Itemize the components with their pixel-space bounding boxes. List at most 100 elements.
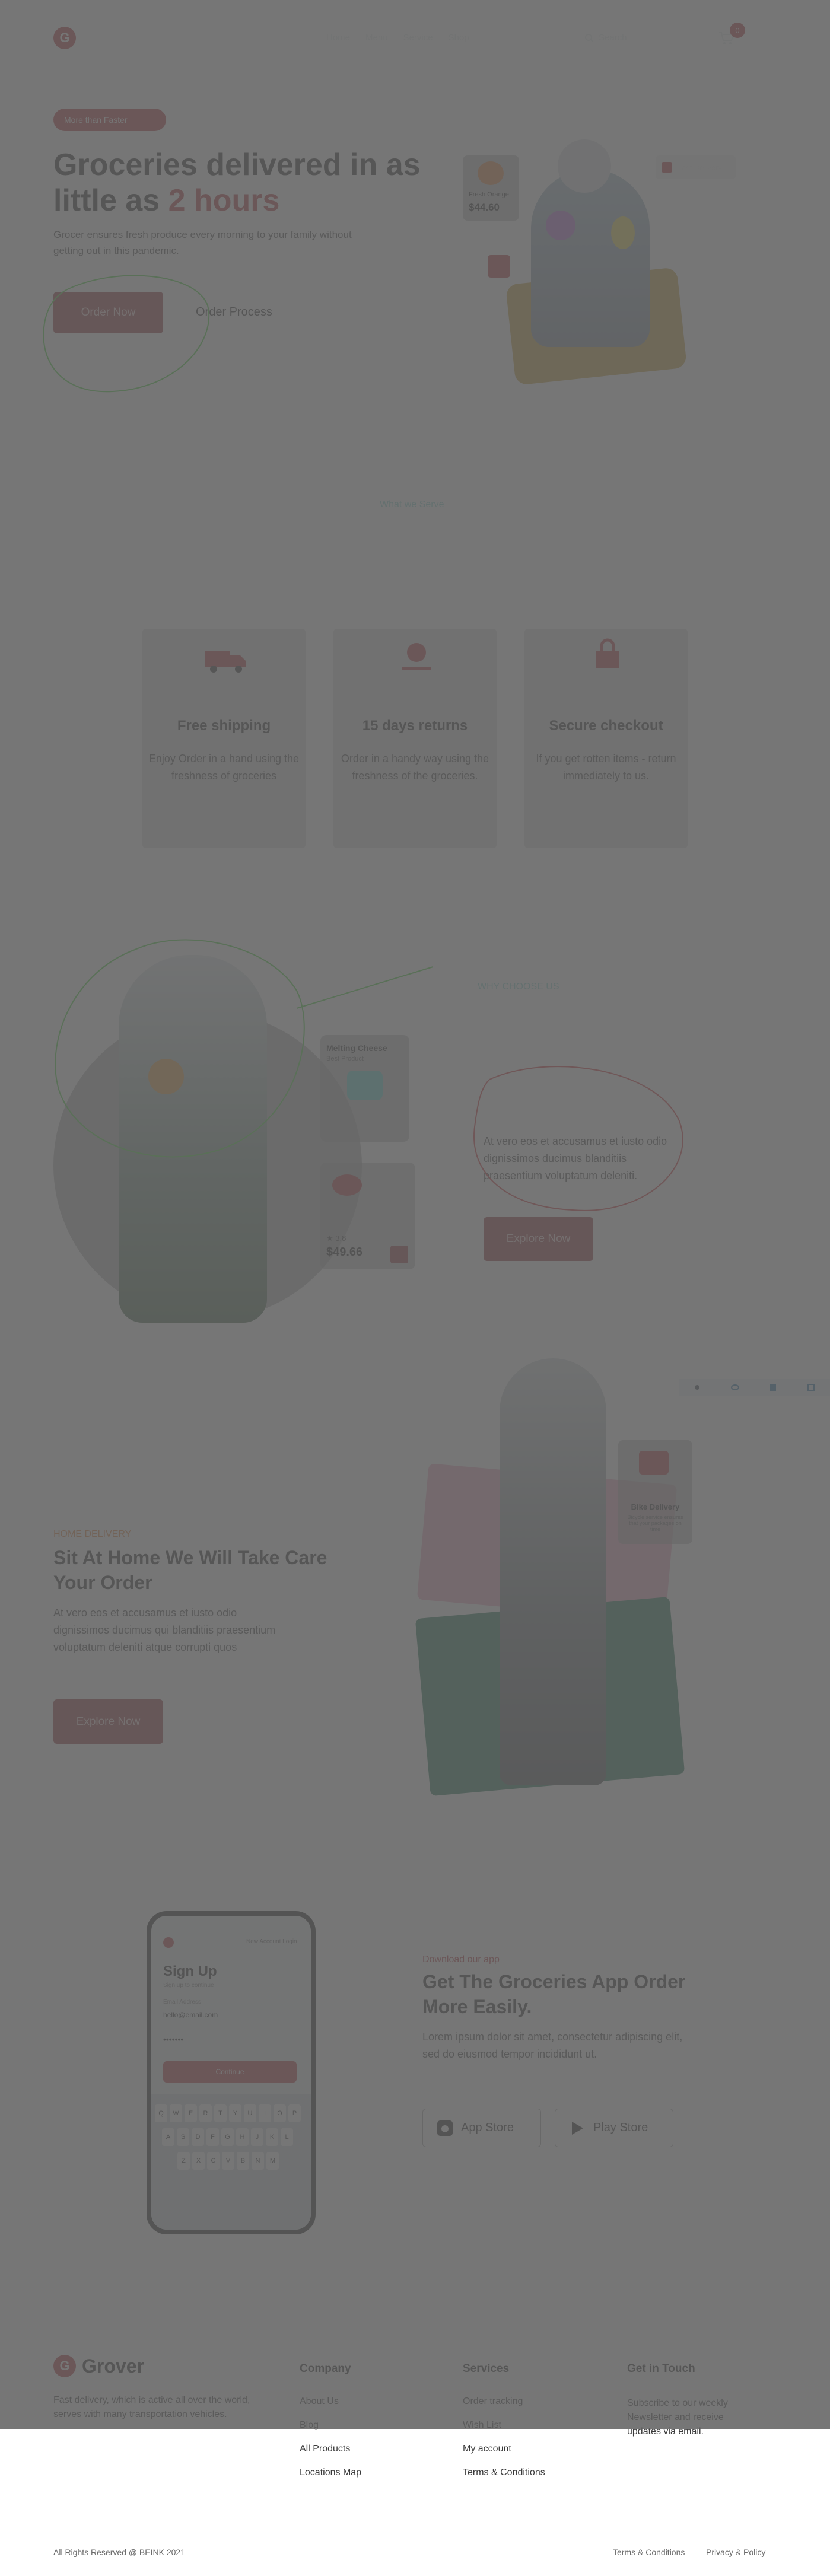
footer-logo[interactable]: G Grover — [53, 2355, 144, 2377]
chef-figure — [531, 169, 650, 347]
secure-cart-icon — [596, 638, 619, 668]
keyboard-key[interactable]: C — [207, 2152, 220, 2170]
keyboard-key[interactable]: L — [281, 2128, 293, 2146]
strawberry-icon — [332, 1174, 362, 1196]
keyboard-key[interactable]: I — [259, 2104, 271, 2122]
hero-title: Groceries delivered in as little as 2 ho… — [53, 147, 421, 218]
nav-shop[interactable]: Shop — [449, 33, 469, 43]
chef-hat — [558, 139, 611, 193]
phone-skip[interactable]: New Account Login — [246, 1938, 297, 1945]
vegetable-icon — [546, 211, 575, 240]
brand-name: Grover — [82, 27, 144, 49]
keyboard-key[interactable]: U — [244, 2104, 256, 2122]
keyboard-key[interactable]: F — [206, 2128, 219, 2146]
keyboard-key[interactable]: X — [192, 2152, 205, 2170]
search-button[interactable]: Search — [584, 33, 627, 43]
phone-continue-button[interactable]: Continue — [163, 2061, 297, 2083]
footer-link[interactable]: About Us — [300, 2396, 339, 2407]
main-nav: Home Menu Service Shop — [326, 33, 469, 43]
why-annotation-red — [473, 1066, 683, 1211]
phone-password-input[interactable]: ••••••• — [163, 2034, 297, 2046]
footer-link[interactable]: All Products — [300, 2444, 350, 2454]
brand-mark: G — [53, 27, 76, 49]
product-card[interactable]: Fresh Orange $44.60 — [463, 155, 519, 221]
keyboard-key[interactable]: E — [185, 2104, 197, 2122]
keyboard-key[interactable]: Y — [229, 2104, 241, 2122]
keyboard-key[interactable]: V — [222, 2152, 234, 2170]
overlay-toolbar — [679, 1379, 830, 1396]
truck-icon — [205, 651, 246, 673]
service-card-text: If you get rotten items - return immedia… — [536, 753, 676, 782]
cheese-card[interactable]: Melting Cheese Best Product — [320, 1035, 409, 1142]
product-card-price: $44.60 — [469, 202, 500, 213]
footer-link[interactable]: Order tracking — [463, 2396, 523, 2407]
play-icon — [572, 2121, 583, 2135]
keyboard-key[interactable]: O — [274, 2104, 286, 2122]
price-card[interactable]: ★ 3.8 $49.66 — [320, 1163, 415, 1269]
keyboard-key[interactable]: K — [266, 2128, 278, 2146]
hd-image — [415, 1358, 685, 1797]
keyboard-key[interactable]: S — [177, 2128, 189, 2146]
keyboard-key[interactable]: A — [162, 2128, 174, 2146]
add-to-cart-button[interactable] — [488, 255, 510, 278]
hd-explore-button[interactable]: Explore Now — [53, 1699, 163, 1744]
brand-logo[interactable]: G Grover — [53, 27, 144, 49]
fast-delivery-label: Fast Delivery — [677, 163, 722, 172]
keyboard-key[interactable]: Q — [155, 2104, 167, 2122]
keyboard-key[interactable]: R — [199, 2104, 212, 2122]
dot-icon[interactable] — [695, 1385, 700, 1390]
fast-delivery-badge: Fast Delivery — [656, 155, 736, 179]
footer-link[interactable]: Wish List — [463, 2420, 501, 2431]
phone-email-input[interactable]: hello@email.com — [163, 2011, 297, 2021]
rating-text: 3.8 — [335, 1234, 346, 1243]
keyboard-key[interactable]: T — [214, 2104, 227, 2122]
services-title: Fruit And Vegetable Delivered To Your Ho… — [202, 518, 628, 540]
why-explore-button[interactable]: Explore Now — [484, 1217, 593, 1261]
why-kicker: WHY CHOOSE US — [478, 982, 559, 992]
footer-col-title: Company — [300, 2362, 351, 2375]
why-title: Find Favorites And Discover New Ones — [478, 998, 672, 1047]
footer-privacy-link[interactable]: Privacy & Policy — [706, 2548, 765, 2557]
footer-link[interactable]: Terms & Conditions — [463, 2467, 545, 2478]
keyboard-key[interactable]: J — [251, 2128, 263, 2146]
keyboard-key[interactable]: D — [192, 2128, 204, 2146]
footer-link[interactable]: Locations Map — [300, 2467, 361, 2478]
keyboard-key[interactable]: W — [170, 2104, 182, 2122]
nav-menu[interactable]: Menu — [365, 33, 388, 43]
keyboard-key[interactable]: N — [252, 2152, 264, 2170]
bike-delivery-card: Bike Delivery Bicycle service ensures th… — [618, 1440, 692, 1544]
nav-service[interactable]: Service — [403, 33, 433, 43]
hd-text: At vero eos et accusamus et iusto odio d… — [53, 1607, 276, 1653]
expand-icon[interactable] — [807, 1384, 815, 1391]
footer-link[interactable]: My account — [463, 2444, 511, 2454]
back-icon[interactable] — [163, 1937, 174, 1948]
keyboard-key[interactable]: H — [236, 2128, 249, 2146]
price-value: $49.66 — [326, 1246, 363, 1259]
search-label: Search — [599, 33, 627, 43]
product-card-name: Fresh Orange — [469, 191, 509, 198]
add-cart-small-button[interactable] — [390, 1246, 408, 1263]
cart-button[interactable]: 0 — [718, 23, 745, 45]
nav-home[interactable]: Home — [326, 33, 350, 43]
footer-newsletter-text: Subscribe to our weekly Newsletter and r… — [627, 2398, 728, 2437]
keyboard-row: ASDFGHJKL — [162, 2128, 293, 2146]
keyboard-key[interactable]: Z — [177, 2152, 190, 2170]
site-header: G Grover Home Menu Service Shop Search 0 — [0, 0, 830, 83]
cheese-card-sub: Best Product — [326, 1055, 364, 1062]
cheese-card-name: Melting Cheese — [326, 1043, 387, 1053]
footer-brand-mark: G — [53, 2355, 76, 2377]
keyboard-key[interactable]: M — [266, 2152, 279, 2170]
copyright: All Rights Reserved @ BEINK 2021 — [53, 2548, 185, 2557]
eye-icon[interactable] — [730, 1384, 739, 1390]
footer-terms-link[interactable]: Terms & Conditions — [613, 2548, 685, 2557]
keyboard-key[interactable]: B — [237, 2152, 249, 2170]
footer-link[interactable]: Blog — [300, 2420, 319, 2431]
play-store-button[interactable]: Play Store — [555, 2109, 673, 2147]
hd-title: Sit At Home We Will Take Care Your Order — [53, 1547, 327, 1593]
keyboard-key[interactable]: P — [288, 2104, 301, 2122]
keyboard-key[interactable]: G — [221, 2128, 234, 2146]
app-store-button[interactable]: App Store — [422, 2109, 541, 2147]
lock-icon[interactable] — [770, 1384, 777, 1391]
site-footer: G Grover Fast delivery, which is active … — [0, 2298, 830, 2576]
cheese-icon — [347, 1071, 383, 1100]
